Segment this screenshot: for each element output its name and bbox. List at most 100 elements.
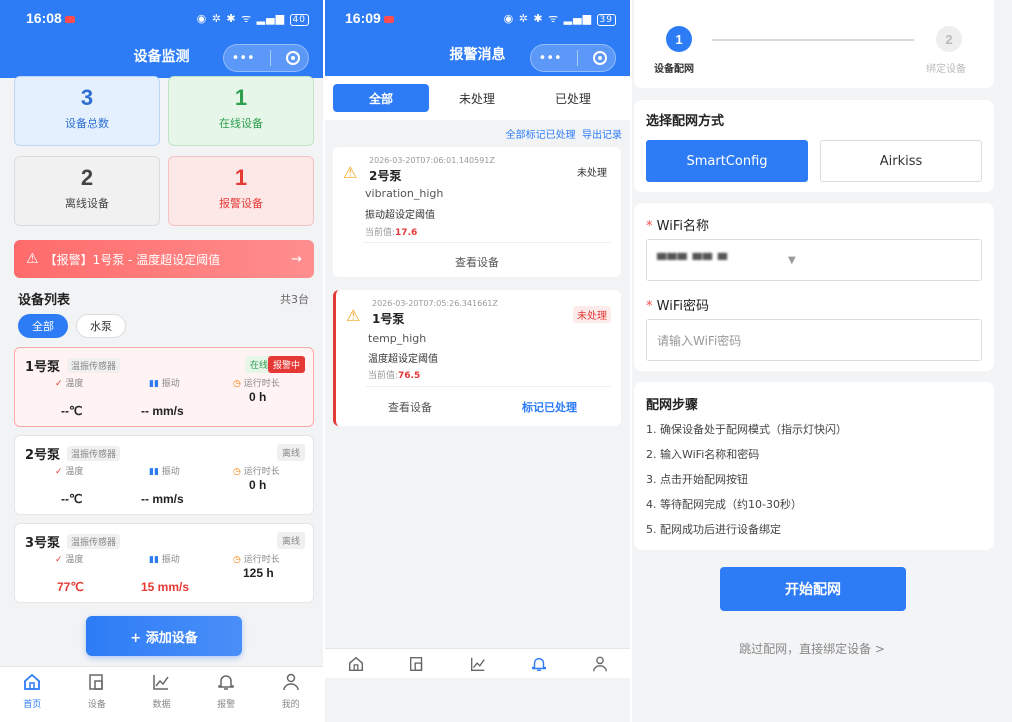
bar-chart-icon: ▮▮ [149,379,159,389]
warning-icon: ⚠ [343,163,358,182]
step-line-1: 1. 确保设备处于配网模式（指示灯快闪） [646,423,847,436]
wifi-form-card: * WiFi名称 ▀▀▀ ▀▀ ▀ ▼ * WiFi密码 请输入WiFi密码 [634,203,994,371]
alarm-device: 1号泵 [372,312,405,326]
device-type-tag: 温振传感器 [67,446,121,461]
tab-me[interactable]: 我的 [266,667,316,722]
stat-value: 3 [80,85,94,110]
warning-icon: ⚠ [346,306,361,325]
mark-processed-button[interactable]: 标记已处理 [522,399,577,415]
method-card: 选择配网方式 SmartConfig Airkiss [634,100,994,192]
battery-icon: 39 [596,14,616,26]
arrow-right-icon: → [291,251,302,267]
vib-label: ▮▮ 振动 [149,467,180,477]
alarm-actions: 全部标记已处理 导出记录 [506,126,622,141]
temp-value: --℃ [61,492,83,506]
bell-icon[interactable] [530,655,548,673]
device-icon[interactable] [408,655,426,673]
tab-bar: 首页 设备 数据 报警 我的 [0,666,323,722]
status-bar: 16:08 ◉ ✲ ✱ ᯤ ▂▄▆ 40 [26,10,309,27]
home-icon[interactable] [347,655,365,673]
device-card-1[interactable]: 1号泵 温振传感器 在线 报警中 ✓ 温度 ▮▮ 振动 ◷ 运行时长 0 h -… [14,347,314,427]
close-target-icon[interactable] [593,51,608,65]
more-icon[interactable]: ••• [539,51,562,66]
add-device-button[interactable]: + 添加设备 [86,616,242,656]
step-1-circle: 1 [666,26,692,52]
step-2-label: 绑定设备 [926,64,966,75]
device-name: 3号泵 [25,536,61,551]
timer-icon: ◷ [233,379,241,389]
tab-alarms[interactable]: 报警 [201,667,251,722]
temp-label: ✓ 温度 [55,379,84,389]
recording-icon [64,16,75,23]
segment-processed[interactable]: 已处理 [525,84,621,112]
stat-alarm-devices[interactable]: 1 报警设备 [168,156,314,226]
segment-unprocessed[interactable]: 未处理 [429,84,525,112]
tab-bar [325,648,630,678]
line-chart-icon[interactable] [469,655,487,673]
stat-value: 1 [234,165,248,190]
warning-icon: ⚠ [26,251,39,267]
tab-label: 首页 [23,700,42,710]
runtime-label: ◷ 运行时长 [233,467,280,477]
tab-devices[interactable]: 设备 [72,667,122,722]
runtime-value: 0 h [249,478,267,492]
step-2-circle: 2 [936,26,962,52]
tab-label: 设备 [87,700,106,710]
alarm-time: 2026-03-20T07:06:01.140591Z [369,156,495,165]
device-card-2[interactable]: 2号泵 温振传感器 离线 ✓ 温度 ▮▮ 振动 ◷ 运行时长 0 h --℃ -… [14,435,314,515]
start-config-button[interactable]: 开始配网 [720,567,906,611]
stat-label: 报警设备 [219,197,263,210]
status-icons: ◉ ✲ ✱ ᯤ ▂▄▆ 39 [504,11,616,26]
device-name: 1号泵 [25,360,61,375]
filter-pump[interactable]: 水泵 [76,314,126,338]
alarm-status: 未处理 [577,168,607,179]
tab-data[interactable]: 数据 [136,667,186,722]
header-bar: 16:09 ◉ ✲ ✱ ᯤ ▂▄▆ 39 报警消息 ••• [325,0,630,76]
runtime-value: 0 h [249,390,267,404]
home-icon [24,673,41,690]
wifi-pwd-input[interactable]: 请输入WiFi密码 [646,319,982,361]
timer-icon: ◷ [233,467,241,477]
stat-total-devices[interactable]: 3 设备总数 [14,76,160,146]
vib-label: ▮▮ 振动 [149,555,180,565]
smartconfig-option[interactable]: SmartConfig [646,140,808,182]
step-line-2: 2. 输入WiFi名称和密码 [646,448,760,461]
wifi-name-select[interactable]: ▀▀▀ ▀▀ ▀ ▼ [646,239,982,281]
step-1-label: 设备配网 [654,64,694,75]
alarm-banner[interactable]: ⚠ 【报警】1号泵 - 温度超设定阈值 → [14,240,314,278]
mini-program-capsule[interactable]: ••• [223,44,309,72]
thermometer-icon: ✓ [55,379,63,389]
header-bar: 16:08 ◉ ✲ ✱ ᯤ ▂▄▆ 40 设备监测 ••• [0,0,323,78]
steps-title: 配网步骤 [646,398,699,413]
offline-badge: 离线 [276,532,305,549]
tab-home[interactable]: 首页 [7,667,57,722]
alarm-card-2[interactable]: ⚠ 2026-03-20T07:05:26.341661Z 1号泵 未处理 te… [333,290,621,426]
more-icon[interactable]: ••• [232,51,255,66]
thermometer-icon: ✓ [55,467,63,477]
stat-online-devices[interactable]: 1 在线设备 [168,76,314,146]
view-device-button[interactable]: 查看设备 [388,399,432,415]
device-card-3[interactable]: 3号泵 温振传感器 离线 ✓ 温度 ▮▮ 振动 ◷ 运行时长 125 h 77℃… [14,523,314,603]
close-target-icon[interactable] [286,51,301,65]
skip-config-link[interactable]: 跳过配网，直接绑定设备 > [632,640,992,657]
airkiss-option[interactable]: Airkiss [820,140,982,182]
mini-program-capsule[interactable]: ••• [530,44,616,72]
status-time: 16:08 [26,10,62,26]
runtime-label: ◷ 运行时长 [233,555,280,565]
mark-all-processed-link[interactable]: 全部标记已处理 [506,130,576,141]
thermometer-icon: ✓ [55,555,63,565]
filter-all[interactable]: 全部 [18,314,68,338]
alarm-desc: 温度超设定阈值 [368,354,438,365]
dropdown-icon: ▼ [788,254,796,266]
alarm-card-1[interactable]: ⚠ 2026-03-20T07:06:01.140591Z 2号泵 未处理 vi… [333,147,621,277]
export-records-link[interactable]: 导出记录 [582,130,622,141]
user-icon[interactable] [591,655,609,673]
vib-label: ▮▮ 振动 [149,379,180,389]
stat-offline-devices[interactable]: 2 离线设备 [14,156,160,226]
segment-all[interactable]: 全部 [333,84,429,112]
tab-label: 报警 [217,700,236,710]
wifi-name-label: * WiFi名称 [646,219,709,234]
view-device-button[interactable]: 查看设备 [333,254,621,270]
temp-label: ✓ 温度 [55,555,84,565]
stat-value: 2 [80,165,94,190]
